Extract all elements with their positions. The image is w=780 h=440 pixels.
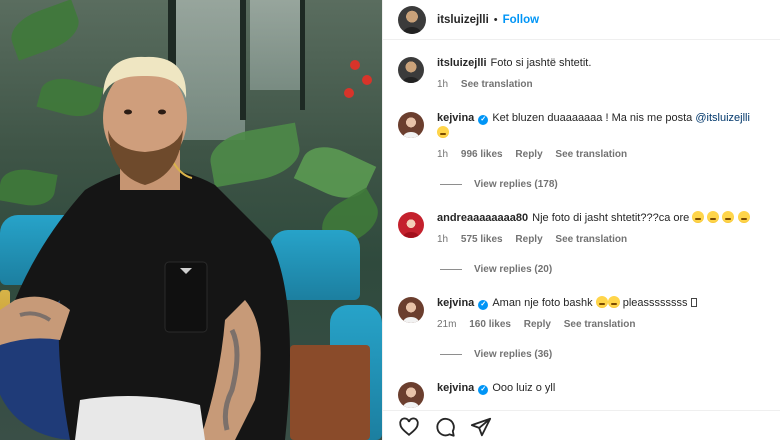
- crying-emoji-icon: [607, 296, 620, 308]
- comment-time[interactable]: 21m: [437, 319, 456, 330]
- avatar[interactable]: [398, 57, 424, 83]
- replies-divider: [440, 184, 462, 185]
- reply-button[interactable]: Reply: [515, 149, 542, 160]
- reply-button[interactable]: Reply: [524, 319, 551, 330]
- view-replies-button[interactable]: View replies (178): [440, 179, 558, 190]
- reply-button[interactable]: Reply: [515, 234, 542, 245]
- see-translation-link[interactable]: See translation: [461, 79, 533, 90]
- post-details-panel: itsluizejlli • Follow itsluizejlli Foto s…: [382, 0, 780, 440]
- verified-badge-icon: ✓: [478, 385, 489, 395]
- view-replies-button[interactable]: View replies (36): [440, 349, 552, 360]
- see-translation-link[interactable]: See translation: [555, 234, 627, 245]
- crying-emoji-icon: [595, 296, 608, 308]
- comment-text: Nje foto di jasht shtetit???ca ore: [532, 212, 690, 224]
- comment-username[interactable]: kejvina: [437, 297, 474, 309]
- post-header: itsluizejlli • Follow: [383, 0, 780, 40]
- mention-link[interactable]: @itsluizejlli: [695, 112, 750, 124]
- comment-text: Ket bluzen duaaaaaaa ! Ma nis me posta: [492, 112, 693, 124]
- comment-text-after: pleassssssss: [622, 297, 688, 309]
- comment-icon[interactable]: [434, 416, 456, 438]
- comment-username[interactable]: kejvina: [437, 382, 474, 394]
- view-replies-label: View replies (178): [474, 179, 558, 190]
- avatar[interactable]: [398, 297, 424, 323]
- replies-divider: [440, 354, 462, 355]
- see-translation-link[interactable]: See translation: [564, 319, 636, 330]
- laughing-emoji-icon: [737, 211, 750, 223]
- avatar[interactable]: [398, 382, 424, 408]
- avatar[interactable]: [398, 112, 424, 138]
- laughing-emoji-icon: [722, 211, 735, 223]
- caption-time[interactable]: 1h: [437, 79, 448, 90]
- share-icon[interactable]: [470, 416, 492, 438]
- comment-username[interactable]: andreaaaaaaaa80: [437, 212, 528, 224]
- verified-badge-icon: ✓: [478, 300, 489, 310]
- view-replies-button[interactable]: View replies (20): [440, 264, 552, 275]
- man-figure: [0, 56, 290, 440]
- comment: kejvina ✓ Ket bluzen duaaaaaaa ! Ma nis me…: [398, 111, 768, 162]
- comment: kejvina ✓ Ooo luiz o yll: [398, 381, 768, 408]
- caption-text: Foto si jashtë shtetit.: [490, 57, 592, 69]
- comment-text: Ooo luiz o yll: [492, 382, 556, 394]
- comment-text: Aman nje foto bashk: [492, 297, 593, 309]
- comment-likes[interactable]: 575 likes: [461, 234, 503, 245]
- comment-likes[interactable]: 160 likes: [469, 319, 511, 330]
- comment-likes[interactable]: 996 likes: [461, 149, 503, 160]
- comment-time[interactable]: 1h: [437, 234, 448, 245]
- caption-username[interactable]: itsluizejlli: [437, 57, 487, 69]
- see-translation-link[interactable]: See translation: [555, 149, 627, 160]
- separator-dot: •: [493, 13, 498, 26]
- laughing-emoji-icon: [707, 211, 720, 223]
- comment: kejvina ✓ Aman nje foto bashk pleassssssss…: [398, 296, 768, 332]
- post-caption: itsluizejlli Foto si jashtë shtetit. 1h S…: [398, 56, 768, 92]
- action-bar: [383, 410, 780, 440]
- crying-emoji-icon: [437, 126, 449, 138]
- laughing-emoji-icon: [692, 211, 705, 223]
- follow-button[interactable]: Follow: [503, 14, 539, 26]
- comment-time[interactable]: 1h: [437, 149, 448, 160]
- verified-badge-icon: ✓: [478, 115, 489, 125]
- comment-username[interactable]: kejvina: [437, 112, 474, 124]
- view-replies-label: View replies (20): [474, 264, 553, 275]
- avatar[interactable]: [398, 212, 424, 238]
- view-replies-label: View replies (36): [474, 349, 553, 360]
- comment: andreaaaaaaaa80 Nje foto di jasht shtetit…: [398, 211, 768, 247]
- replies-divider: [440, 269, 462, 270]
- heart-icon[interactable]: [398, 416, 420, 438]
- unknown-glyph-icon: [690, 298, 697, 307]
- post-author-username[interactable]: itsluizejlli: [437, 14, 489, 26]
- post-photo[interactable]: [0, 0, 382, 440]
- avatar[interactable]: [398, 5, 426, 34]
